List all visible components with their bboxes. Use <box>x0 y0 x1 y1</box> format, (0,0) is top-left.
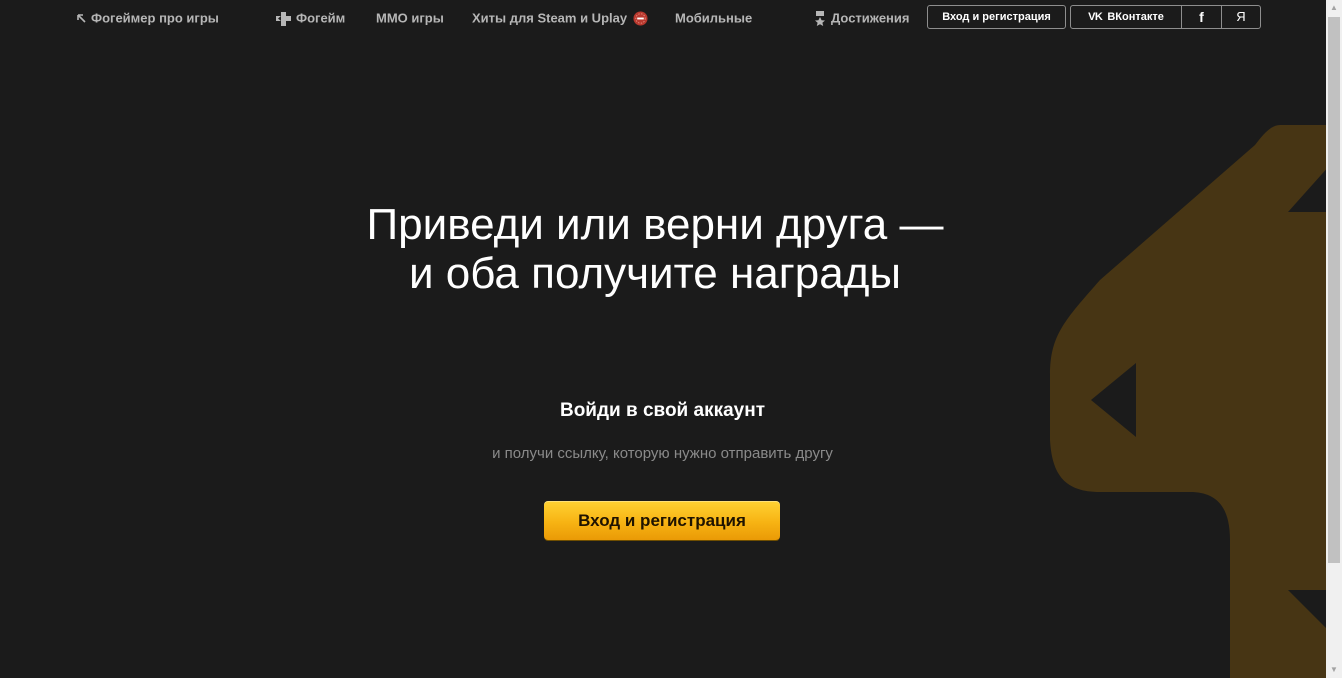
vk-login-label: ВКонтакте <box>1107 11 1164 23</box>
nav-achievements[interactable]: Достижения <box>814 9 909 27</box>
brand-shape-decoration <box>1050 125 1330 678</box>
medal-icon <box>815 11 825 27</box>
top-navigation: Фогеймер про игры Фогейм ММО игры Хиты д… <box>0 0 1326 36</box>
brand-shape-body <box>1050 125 1330 678</box>
nav-mobile-label: Мобильные <box>675 10 753 26</box>
scroll-down-arrow-icon[interactable]: ▼ <box>1326 662 1342 678</box>
limit-badge-icon <box>633 11 648 26</box>
fogame-logo-icon <box>276 11 291 26</box>
scroll-up-arrow-icon[interactable]: ▲ <box>1326 0 1342 16</box>
nav-back-link-label: Фогеймер про игры <box>91 10 219 26</box>
hero-title: Приведи или верни друга — и оба получите… <box>250 200 1060 298</box>
login-subtext: и получи ссылку, которую нужно отправить… <box>492 445 833 462</box>
nav-fogame[interactable]: Фогейм <box>276 9 345 27</box>
yandex-icon: Я <box>1236 9 1246 24</box>
login-register-button[interactable]: Вход и регистрация <box>544 501 780 540</box>
hero-title-line-1: Приведи или верни друга — <box>366 200 944 249</box>
nav-achievements-label: Достижения <box>831 10 910 26</box>
nav-mmo[interactable]: ММО игры <box>376 9 444 27</box>
hero-title-line-2: и оба получите награды <box>408 249 902 298</box>
header-login-button[interactable]: Вход и регистрация <box>927 5 1066 29</box>
nav-steam-hits-label: Хиты для Steam и Uplay <box>472 10 628 26</box>
vk-icon: VK <box>1088 11 1103 23</box>
nav-fogame-label: Фогейм <box>296 10 346 26</box>
arrow-up-left-icon <box>77 14 86 23</box>
yandex-login-button[interactable]: Я <box>1221 6 1260 28</box>
vertical-scrollbar[interactable]: ▲ ▼ <box>1326 0 1342 678</box>
facebook-icon: f <box>1199 9 1204 25</box>
nav-steam-hits[interactable]: Хиты для Steam и Uplay <box>472 9 648 27</box>
facebook-login-button[interactable]: f <box>1181 6 1221 28</box>
scrollbar-thumb[interactable] <box>1328 17 1340 563</box>
nav-back-link[interactable]: Фогеймер про игры <box>77 9 219 27</box>
social-login-group: VK ВКонтакте f Я <box>1070 5 1261 29</box>
vk-login-button[interactable]: VK ВКонтакте <box>1071 6 1181 28</box>
nav-mobile[interactable]: Мобильные <box>675 9 752 27</box>
login-heading: Войди в свой аккаунт <box>559 400 766 421</box>
nav-mmo-label: ММО игры <box>376 10 444 26</box>
page: Фогеймер про игры Фогейм ММО игры Хиты д… <box>0 0 1342 678</box>
